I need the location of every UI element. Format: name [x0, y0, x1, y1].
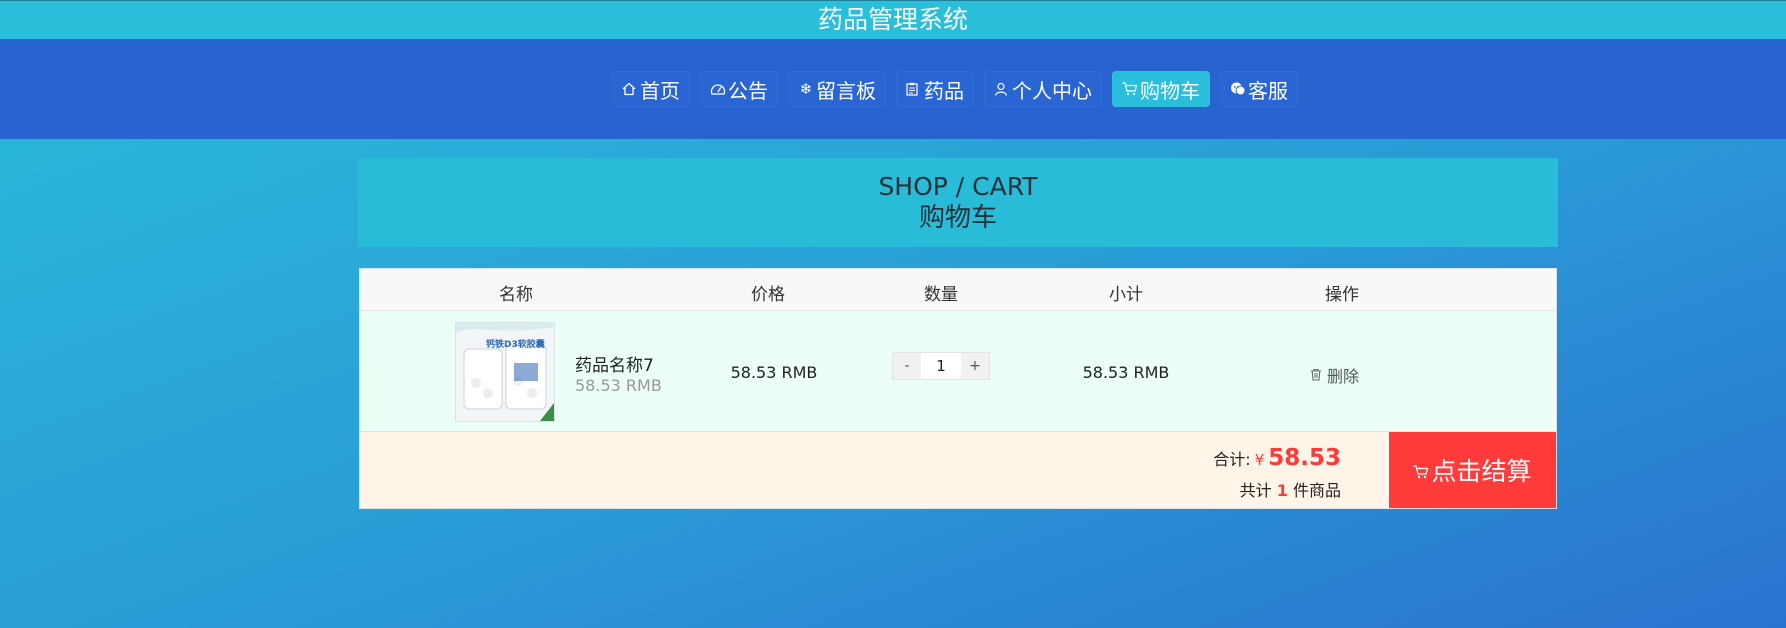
trash-icon: [1310, 366, 1322, 385]
checkout-label: 点击结算: [1431, 457, 1532, 486]
user-icon: [994, 82, 1010, 96]
nav-item-label: 首页: [640, 78, 680, 103]
cart-icon: [1413, 456, 1429, 485]
clipboard-icon: [906, 82, 922, 96]
gauge-icon: [710, 82, 726, 96]
main-nav: 首页 公告 ❄ 留言板 药品 个人中心 购物车 客服: [0, 39, 1786, 139]
count-suffix: 件商品: [1292, 481, 1341, 500]
wechat-icon: [1230, 82, 1246, 96]
qty-increase-button[interactable]: +: [961, 353, 989, 379]
total-label: 合计:: [1213, 450, 1251, 469]
cart-icon: [1122, 82, 1138, 96]
count-prefix: 共计: [1239, 481, 1272, 500]
nav-item-home[interactable]: 首页: [612, 71, 690, 107]
currency-symbol: ¥: [1254, 451, 1265, 469]
nav-item-label: 公告: [728, 78, 768, 103]
product-name[interactable]: 药品名称7: [575, 351, 654, 376]
product-unit-price: 58.53 RMB: [575, 376, 662, 395]
column-header-actions: 操作: [1325, 285, 1359, 305]
nav-item-announcements[interactable]: 公告: [700, 71, 778, 107]
nav-item-cart[interactable]: 购物车: [1112, 71, 1210, 107]
app-title: 药品管理系统: [0, 0, 1786, 39]
nav-item-label: 个人中心: [1012, 78, 1092, 103]
table-row: 钙铁D3软胶囊 药品名称7 58.53 RMB 58.53 RMB - + 58…: [360, 311, 1556, 432]
nav-item-message-board[interactable]: ❄ 留言板: [788, 71, 886, 107]
summary-totals: 合计: ¥ 58.53 共计 1 件商品: [1213, 445, 1341, 501]
cart-table: 名称 价格 数量 小计 操作 钙铁D3软胶囊 药品名称7 58.53 RMB 5…: [359, 268, 1557, 509]
nav-item-label: 药品: [924, 78, 964, 103]
column-header-quantity: 数量: [924, 285, 958, 305]
nav-item-medicine[interactable]: 药品: [896, 71, 974, 107]
nav-item-label: 留言板: [816, 78, 876, 103]
page-heading-zh: 购物车: [918, 203, 997, 233]
home-icon: [622, 82, 638, 96]
nav-item-profile[interactable]: 个人中心: [984, 71, 1102, 107]
page-heading-en: SHOP / CART: [878, 172, 1038, 201]
nav-item-label: 购物车: [1140, 78, 1200, 103]
product-thumbnail[interactable]: 钙铁D3软胶囊: [455, 322, 555, 422]
nav-item-customer-service[interactable]: 客服: [1220, 71, 1298, 107]
delete-label: 删除: [1327, 367, 1360, 386]
page-heading: SHOP / CART 购物车: [358, 158, 1558, 247]
qty-input[interactable]: [921, 353, 961, 379]
column-header-price: 价格: [751, 285, 785, 305]
column-header-subtotal: 小计: [1109, 285, 1143, 305]
column-header-name: 名称: [499, 285, 533, 305]
item-count: 1: [1276, 481, 1288, 500]
product-thumbnail-label: 钙铁D3软胶囊: [486, 340, 545, 350]
checkout-button[interactable]: 点击结算: [1389, 432, 1556, 508]
delete-button[interactable]: 删除: [1310, 363, 1359, 387]
cart-summary: 合计: ¥ 58.53 共计 1 件商品 点击结算: [360, 432, 1556, 508]
total-amount: 58.53: [1268, 445, 1341, 471]
nav-item-label: 客服: [1248, 78, 1288, 103]
snowflake-icon: ❄: [799, 80, 813, 98]
item-subtotal: 58.53 RMB: [1082, 363, 1170, 382]
item-price: 58.53 RMB: [730, 363, 818, 382]
qty-decrease-button[interactable]: -: [893, 353, 921, 379]
table-header: 名称 价格 数量 小计 操作: [360, 269, 1556, 311]
quantity-stepper: - +: [892, 352, 990, 380]
